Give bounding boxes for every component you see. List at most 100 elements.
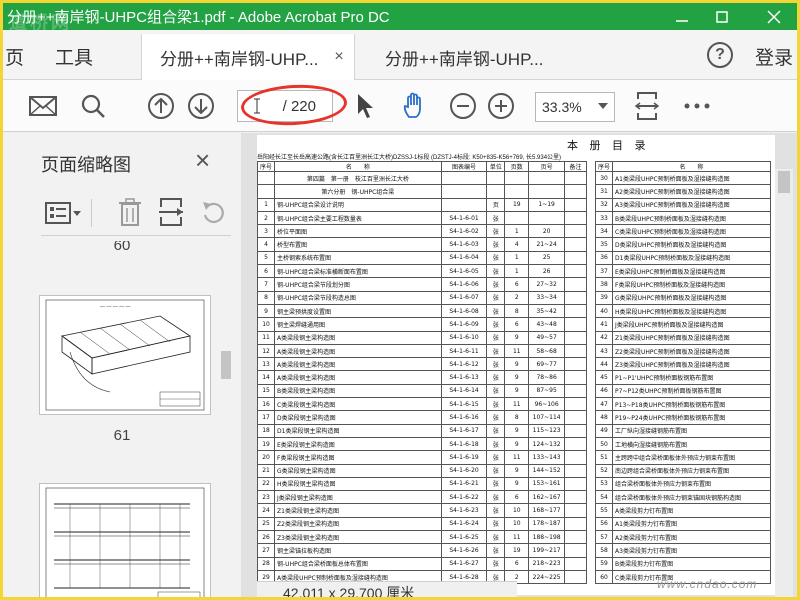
hand-tool-button[interactable] bbox=[399, 92, 431, 120]
login-button[interactable]: 登录 bbox=[755, 43, 793, 70]
table-cell: 54 bbox=[594, 490, 614, 505]
table-row: 56 A1类梁段剪力钉布置图 bbox=[594, 516, 771, 532]
table-cell: 56 bbox=[594, 516, 614, 532]
table-cell: S4-1-6-05 bbox=[440, 264, 488, 279]
table-cell: 第四篇 第一册 枝江百里洲长江大桥 bbox=[274, 170, 442, 186]
page-thumbnail[interactable]: — — — — — bbox=[39, 295, 211, 415]
page-thumbnail[interactable] bbox=[39, 483, 211, 597]
select-tool-button[interactable] bbox=[351, 92, 379, 120]
table-cell: 9 bbox=[504, 423, 530, 438]
menu-tools[interactable]: 工具 bbox=[55, 43, 93, 70]
tab-document-2[interactable]: 分册++南岸钢-UHP... bbox=[367, 34, 557, 80]
thumbnail-options-button[interactable] bbox=[45, 201, 83, 227]
table-cell: 33 bbox=[594, 210, 614, 226]
table-cell: 23 bbox=[257, 490, 276, 505]
table-cell bbox=[564, 317, 587, 332]
table-cell: 199~217 bbox=[528, 543, 566, 558]
pane-close-button[interactable]: × bbox=[195, 147, 210, 173]
table-cell: 49~57 bbox=[528, 330, 566, 345]
table-cell: 张 bbox=[486, 224, 506, 239]
maximize-button[interactable] bbox=[699, 3, 745, 30]
table-cell: 张 bbox=[486, 330, 506, 345]
table-cell: 2 bbox=[504, 290, 530, 305]
table-cell: 桥位平面图 bbox=[274, 224, 442, 239]
pane-title: 页面缩略图 bbox=[41, 155, 131, 175]
email-button[interactable] bbox=[29, 92, 57, 120]
extract-page-button[interactable] bbox=[157, 197, 185, 227]
table-cell bbox=[564, 569, 587, 585]
table-row: 25 Z2类梁段钢主梁构造图 S4-1-6-24 张 10 178~187 bbox=[257, 516, 587, 532]
table-cell bbox=[564, 450, 587, 465]
document-scrollbar[interactable] bbox=[775, 169, 793, 597]
table-cell: 43 bbox=[594, 343, 614, 359]
page-number-field[interactable]: / 220 bbox=[237, 90, 333, 122]
table-cell: 钢-UHPC组合梁节段构造总图 bbox=[274, 290, 442, 305]
table-cell bbox=[504, 184, 530, 199]
zoom-select[interactable]: 33.3% bbox=[535, 92, 615, 122]
table-cell: 张 bbox=[486, 463, 506, 478]
hand-icon bbox=[403, 92, 421, 118]
more-tools-button[interactable] bbox=[683, 92, 711, 120]
table-cell: 87~95 bbox=[528, 383, 566, 399]
table-cell: S4-1-6-10 bbox=[440, 330, 488, 345]
zoom-in-icon bbox=[488, 93, 514, 119]
project-line: 岳阳经长江至长岳高速公路(含长江百里洲长江大桥)DZSSJ-1标段 (DZSTJ… bbox=[257, 155, 562, 161]
table-cell bbox=[564, 343, 587, 359]
table-cell: J类梁段钢主梁构造图 bbox=[274, 490, 442, 505]
table-cell: A3类梁段UHPC预制桥面板及湿接缝构造图 bbox=[612, 197, 771, 212]
table-cell: 57 bbox=[594, 530, 614, 545]
next-page-icon bbox=[188, 93, 214, 119]
menu-home[interactable]: 页 bbox=[5, 43, 24, 70]
table-cell: S4-1-6-07 bbox=[440, 290, 488, 305]
table-cell: A类梁段剪力钉布置图 bbox=[612, 503, 771, 518]
table-cell: 组合梁桥面板体外预应力钢束锚固块钢筋构造图 bbox=[612, 490, 771, 505]
table-row: 46 P7~P12类UHPC预制桥面板钢筋布置图 bbox=[594, 383, 771, 399]
table-cell: 25 bbox=[257, 516, 276, 532]
rotate-page-button[interactable] bbox=[199, 199, 227, 227]
table-cell bbox=[564, 330, 587, 345]
prev-page-icon bbox=[148, 93, 174, 119]
table-row: 10 钢主梁焊缝通用图 S4-1-6-09 张 6 43~48 bbox=[257, 317, 587, 332]
table-cell: 47 bbox=[594, 397, 614, 412]
delete-page-button[interactable] bbox=[117, 197, 143, 227]
table-cell: D类梁段UHPC预制桥面板及湿接缝构造图 bbox=[612, 237, 771, 252]
table-cell: 60 bbox=[594, 569, 614, 585]
table-cell: S4-1-6-11 bbox=[440, 343, 488, 359]
table-cell: 12 bbox=[257, 343, 276, 359]
table-cell: 27 bbox=[257, 543, 276, 558]
table-header-row: 序号名 称图表编号 单位 页数 页号 备注 bbox=[257, 161, 587, 172]
table-cell bbox=[257, 170, 276, 186]
search-icon bbox=[81, 94, 105, 118]
fit-page-button[interactable] bbox=[633, 92, 661, 120]
tab-document-1[interactable]: 分册++南岸钢-UHP... × bbox=[141, 34, 355, 80]
table-cell: 桥型布置图 bbox=[274, 237, 442, 252]
table-cell: S4-1-6-02 bbox=[440, 224, 488, 239]
table-cell: C类梁段UHPC预制桥面板及湿接缝构造图 bbox=[612, 224, 771, 239]
table-row: 23 J类梁段钢主梁构造图 S4-1-6-22 张 6 162~167 bbox=[257, 490, 587, 505]
search-button[interactable] bbox=[79, 92, 107, 120]
table-row: 45 P1~P1'UHPC预制桥面板钢筋布置图 bbox=[594, 370, 771, 385]
zoom-in-button[interactable] bbox=[487, 92, 515, 120]
next-page-button[interactable] bbox=[187, 92, 215, 120]
zoom-out-button[interactable] bbox=[449, 92, 477, 120]
scrollbar-thumb[interactable] bbox=[221, 351, 231, 379]
tab-close-button[interactable]: × bbox=[334, 48, 343, 66]
table-cell: A2类梁段剪力钉布置图 bbox=[612, 530, 771, 545]
scrollbar-thumb[interactable] bbox=[778, 171, 790, 193]
table-row: 48 P19~P24类UHPC预制桥面板钢筋布置图 bbox=[594, 410, 771, 425]
help-button[interactable]: ? bbox=[707, 42, 733, 68]
table-cell: 张 bbox=[486, 303, 506, 319]
table-cell: 22 bbox=[257, 476, 276, 492]
table-cell: D1类梁段UHPC预制桥面板及湿接缝构造图 bbox=[612, 250, 771, 266]
app-window: 分册++南岸钢-UHPC组合梁1.pdf - Adobe Acrobat Pro… bbox=[0, 0, 800, 600]
table-cell bbox=[564, 530, 587, 545]
document-view[interactable]: 本 册 目 录 岳阳经长江至长岳高速公路(含长江百里洲长江大桥)DZSSJ-1标… bbox=[241, 133, 797, 597]
table-row: 14 A类梁段钢主梁构造图 S4-1-6-13 张 9 78~86 bbox=[257, 370, 587, 385]
table-cell: 51 bbox=[594, 450, 614, 465]
table-cell bbox=[504, 210, 530, 226]
table-cell: 30 bbox=[594, 170, 614, 186]
thumbnail-scrollbar[interactable] bbox=[217, 241, 235, 597]
table-cell: 8 bbox=[257, 290, 276, 305]
prev-page-button[interactable] bbox=[147, 92, 175, 120]
close-window-button[interactable] bbox=[751, 3, 797, 30]
